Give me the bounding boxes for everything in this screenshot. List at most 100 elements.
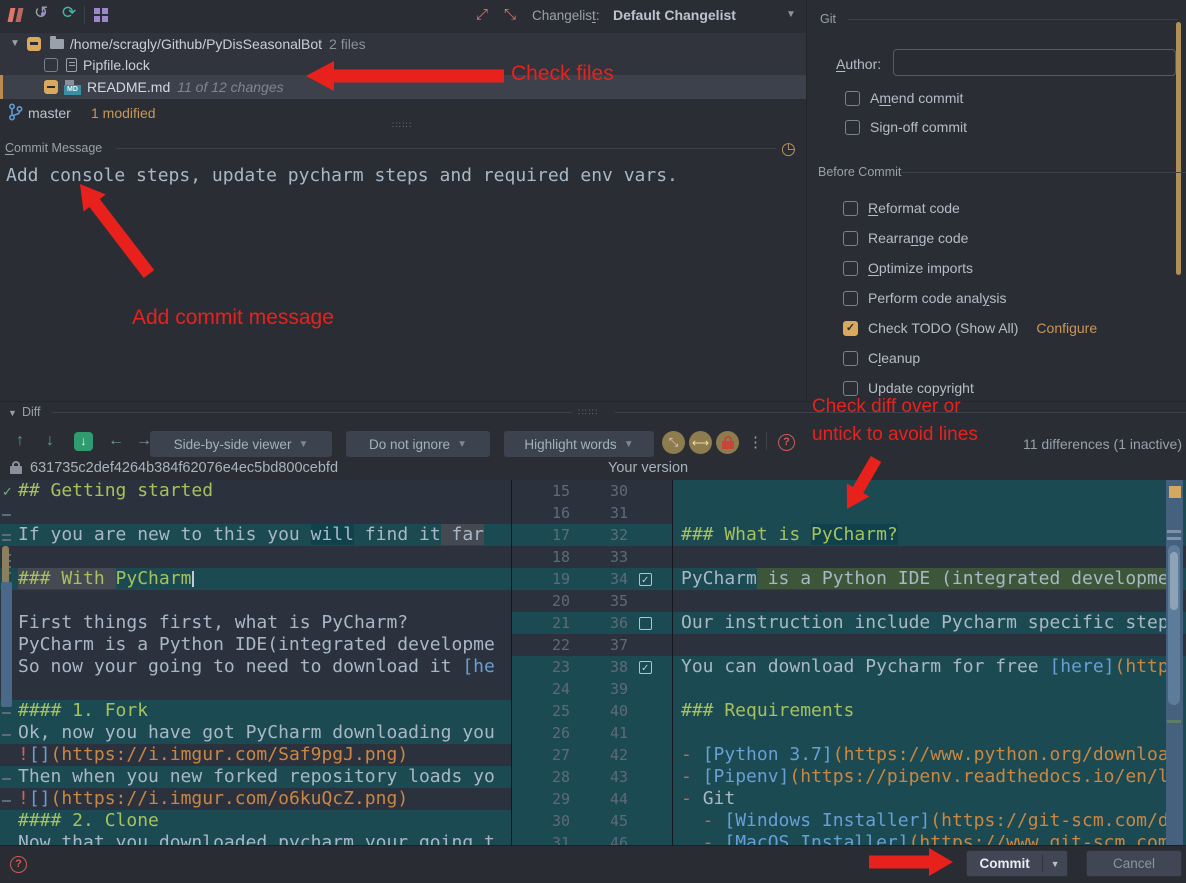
code-segment: First things first, what is PyCharm? xyxy=(18,612,408,633)
changelist-select[interactable]: Default Changelist xyxy=(613,7,736,23)
commit-button[interactable]: Commit ▼ xyxy=(966,850,1068,877)
readme-checkbox[interactable] xyxy=(44,80,58,94)
chevron-expanded-icon[interactable]: ▼ xyxy=(10,38,20,49)
option-rearrange-code[interactable]: Rearrange code xyxy=(843,230,968,246)
chevron-down-icon[interactable]: ▼ xyxy=(786,9,796,20)
option-optimize-imports[interactable]: Optimize imports xyxy=(843,260,973,276)
tree-row-pipfile[interactable]: Pipfile.lock xyxy=(0,54,806,75)
section-divider xyxy=(901,172,1186,173)
tree-row-root[interactable]: ▼ /home/scragly/Github/PyDisSeasonalBot … xyxy=(0,33,806,54)
line-number-right: 31 xyxy=(588,504,628,522)
jump-to-source-icon[interactable]: ↓ xyxy=(74,432,93,451)
gutter-row: 1530 xyxy=(512,480,672,502)
whitespace-dropdown[interactable]: Do not ignore▼ xyxy=(346,431,490,457)
diff-section-title: Diff xyxy=(22,405,41,419)
previous-difference-icon[interactable]: ↑ xyxy=(16,432,24,450)
next-difference-icon[interactable]: ↓ xyxy=(46,432,54,450)
diff-collapse-icon[interactable]: ▼ xyxy=(8,408,17,418)
line-number-right: 42 xyxy=(588,746,628,764)
option-reformat-code[interactable]: Reformat code xyxy=(843,200,960,216)
diff-line: - [Windows Installer](https://git-scm.co… xyxy=(673,810,1186,832)
code-segment: ### What is xyxy=(681,524,811,545)
diff-line: Our instruction include Pycharm specific… xyxy=(673,612,1186,634)
checkbox[interactable] xyxy=(845,120,860,135)
highlight-mode-dropdown[interactable]: Highlight words▼ xyxy=(504,431,654,457)
panel-scrollbar[interactable] xyxy=(1176,22,1181,275)
code-segment: PyCharm xyxy=(681,568,757,589)
diff-line xyxy=(0,590,511,612)
cancel-button[interactable]: Cancel xyxy=(1086,850,1182,877)
annotation-add-commit-message: Add commit message xyxy=(132,306,334,330)
line-number-left: 23 xyxy=(512,658,588,676)
commit-dropdown-icon[interactable]: ▼ xyxy=(1043,859,1067,869)
revision-hash: 631735c2def4264b384f62076e4ec5bd800cebfd xyxy=(30,460,338,476)
group-by-icon[interactable] xyxy=(94,8,108,22)
line-number-right: 38 xyxy=(588,658,628,676)
rollback-icon[interactable]: ↺ xyxy=(34,3,48,23)
include-change-checkbox[interactable]: ✓ xyxy=(639,661,652,674)
more-options-icon[interactable]: ⋮ xyxy=(748,433,762,451)
synchronize-scrolling-icon[interactable]: ⟷ xyxy=(689,431,712,454)
expand-icon[interactable]: ⤢ xyxy=(476,6,488,23)
code-segment: If you are new to this you xyxy=(18,524,311,545)
chevron-down-icon: ▼ xyxy=(298,439,308,450)
code-segment: [Pipenv] xyxy=(703,766,790,787)
modified-count[interactable]: 1 modified xyxy=(91,105,156,121)
diff-line: PyCharm is a Python IDE (integrated deve… xyxy=(673,568,1186,590)
option-update-copyright[interactable]: Update copyright xyxy=(843,380,974,396)
scrollbar-error-stripe xyxy=(1169,486,1181,498)
author-input[interactable] xyxy=(893,49,1176,76)
code-segment: [here] xyxy=(1049,656,1114,677)
splitter-grip[interactable]: ∷∷∷ xyxy=(578,407,598,418)
commit-message-input[interactable]: Add console steps, update pycharm steps … xyxy=(6,165,678,186)
refresh-icon[interactable]: ⟳ xyxy=(62,3,76,23)
previous-change-icon[interactable]: ← xyxy=(108,432,124,450)
checkbox[interactable] xyxy=(843,231,858,246)
checkbox[interactable] xyxy=(843,201,858,216)
include-change-checkbox[interactable] xyxy=(639,617,652,630)
chevron-down-icon: ▼ xyxy=(457,439,467,450)
collapse-icon[interactable]: ⤡ xyxy=(504,6,516,23)
help-icon[interactable]: ? xyxy=(10,856,27,873)
left-scrollbar-thumb[interactable] xyxy=(1,582,12,707)
code-segment: PyCharm is a Python IDE(integrated devel… xyxy=(18,634,495,655)
checkbox[interactable] xyxy=(843,351,858,366)
checkbox[interactable] xyxy=(845,91,860,106)
checkbox[interactable] xyxy=(843,291,858,306)
line-number-left: 22 xyxy=(512,636,588,654)
option-check-todo-show-all-[interactable]: ✓Check TODO (Show All)Configure xyxy=(843,320,1097,336)
commit-toolwindow-icon[interactable] xyxy=(8,7,24,23)
message-history-icon[interactable]: ◷ xyxy=(781,139,796,159)
line-number-right: 45 xyxy=(588,812,628,830)
option-cleanup[interactable]: Cleanup xyxy=(843,350,920,366)
commit-button-label[interactable]: Commit xyxy=(967,856,1042,871)
include-change-checkbox[interactable]: ✓ xyxy=(639,573,652,586)
tree-row-readme[interactable]: MD README.md 11 of 12 changes xyxy=(0,75,806,99)
help-icon[interactable]: ? xyxy=(778,434,795,451)
diff-scrollbar-track[interactable] xyxy=(1166,480,1183,845)
code-segment: You can download Pycharm for free xyxy=(681,656,1049,677)
annotation-check-files: Check files xyxy=(511,62,614,86)
configure-link[interactable]: Configure xyxy=(1036,320,1097,336)
pipfile-checkbox[interactable] xyxy=(44,58,58,72)
checkbox[interactable]: ✓ xyxy=(843,321,858,336)
diff-right-pane[interactable]: ### What is PyCharm?PyCharm is a Python … xyxy=(673,480,1186,855)
diff-left-pane[interactable]: ## Getting startedIf you are new to this… xyxy=(0,480,512,855)
viewer-mode-dropdown[interactable]: Side-by-side viewer▼ xyxy=(150,431,332,457)
disable-editing-icon[interactable] xyxy=(716,431,739,454)
selection-accent-bar xyxy=(0,75,3,99)
option-amend-commit[interactable]: Amend commit xyxy=(845,90,963,106)
panel-divider xyxy=(806,0,807,402)
branch-name[interactable]: master xyxy=(28,105,71,121)
option-label: Reformat code xyxy=(868,200,960,216)
checkbox[interactable] xyxy=(843,381,858,396)
option-label: Perform code analysis xyxy=(868,290,1007,306)
collapse-unchanged-icon[interactable]: ⤡ xyxy=(662,431,685,454)
splitter-grip[interactable]: ∷∷∷ xyxy=(392,120,412,131)
option-perform-code-analysis[interactable]: Perform code analysis xyxy=(843,290,1007,306)
gutter-row: 1833 xyxy=(512,546,672,568)
option-sign-off-commit[interactable]: Sign-off commit xyxy=(845,119,967,135)
diff-line xyxy=(673,590,1186,612)
root-checkbox[interactable] xyxy=(27,37,41,51)
checkbox[interactable] xyxy=(843,261,858,276)
